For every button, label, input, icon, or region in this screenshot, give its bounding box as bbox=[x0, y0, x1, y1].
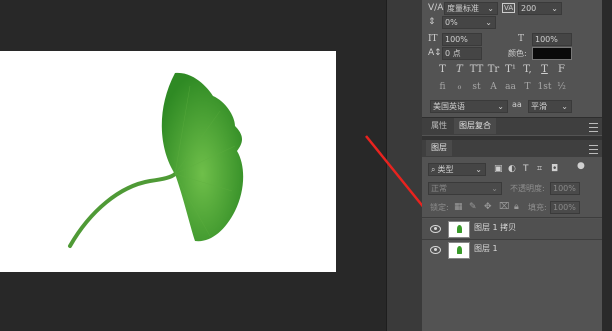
contextual-alt-button[interactable]: ℴ bbox=[451, 82, 468, 92]
tracking-select[interactable]: 200 ⌄ bbox=[518, 2, 562, 15]
vertical-scale-icon: IT bbox=[428, 34, 438, 44]
layer-row[interactable]: 图层 1 拷贝 bbox=[422, 219, 602, 239]
vertical-shift-value: 0% bbox=[445, 18, 458, 27]
antialias-icon: aa bbox=[512, 100, 522, 109]
swash-button[interactable]: A bbox=[485, 82, 502, 92]
tab-properties[interactable]: 属性 bbox=[426, 118, 452, 134]
color-label: 颜色: bbox=[508, 49, 527, 58]
antialias-select[interactable]: 平滑 ⌄ bbox=[528, 100, 572, 113]
layers-separator bbox=[422, 217, 602, 218]
all-caps-button[interactable]: TT bbox=[468, 64, 485, 75]
fill-field[interactable]: 100% bbox=[550, 201, 580, 214]
lock-all-icon[interactable]: 🔒︎ bbox=[514, 202, 519, 212]
layers-menu-icon[interactable] bbox=[589, 145, 598, 154]
ordinals-button[interactable]: 1st bbox=[536, 82, 553, 92]
type-filter-icon[interactable]: T bbox=[523, 164, 529, 174]
horizontal-scale-field[interactable]: 100% bbox=[532, 33, 572, 46]
smart-object-filter-icon[interactable]: ◘ bbox=[551, 164, 558, 174]
visibility-eye-icon[interactable] bbox=[430, 246, 441, 254]
faux-italic-button[interactable]: T bbox=[451, 64, 468, 75]
vertical-shift-select[interactable]: 0% ⌄ bbox=[442, 16, 496, 29]
language-value: 美国英语 bbox=[433, 102, 465, 111]
layer-thumbnail bbox=[448, 242, 470, 259]
ginkgo-leaf-image bbox=[68, 72, 244, 248]
pixel-filter-icon[interactable]: ▣ bbox=[494, 164, 503, 174]
text-color-swatch[interactable] bbox=[532, 47, 572, 60]
horizontal-scale-icon: T bbox=[518, 34, 525, 44]
titling-alt-button[interactable]: T bbox=[519, 82, 536, 92]
lock-pixels-icon[interactable]: ✎ bbox=[469, 202, 477, 212]
stylistic-alt-button[interactable]: aa bbox=[502, 82, 519, 92]
tracking-icon: VA bbox=[502, 3, 516, 13]
opacity-field[interactable]: 100% bbox=[550, 182, 580, 195]
tab-layers[interactable]: 图层 bbox=[426, 140, 452, 156]
lock-label: 锁定: bbox=[430, 203, 449, 212]
kerning-select[interactable]: 度量标准 ⌄ bbox=[444, 2, 498, 15]
blend-mode-select[interactable]: 正常 ⌄ bbox=[428, 182, 502, 195]
lock-position-icon[interactable]: ✥ bbox=[484, 202, 492, 212]
antialias-value: 平滑 bbox=[531, 102, 547, 111]
subscript-button[interactable]: T, bbox=[519, 64, 536, 75]
lock-transparent-icon[interactable]: ▦ bbox=[454, 202, 463, 212]
visibility-eye-icon[interactable] bbox=[430, 225, 441, 233]
baseline-shift-icon: A↕ bbox=[428, 48, 442, 58]
tracking-value: 200 bbox=[521, 4, 537, 13]
character-layers-panel: V/A 度量标准 ⌄ VA 200 ⌄ ⇕ 0% ⌄ IT 100% T 100% A… bbox=[422, 0, 602, 331]
small-caps-button[interactable]: Tr bbox=[485, 64, 502, 75]
strikethrough-button[interactable]: F bbox=[553, 64, 570, 75]
layer-row[interactable]: 图层 1 bbox=[422, 240, 602, 260]
fractions-button[interactable]: ½ bbox=[553, 82, 570, 92]
baseline-shift-field[interactable]: 0 点 bbox=[442, 47, 482, 60]
vertical-scale-field[interactable]: 100% bbox=[442, 33, 482, 46]
adjustment-filter-icon[interactable]: ◐ bbox=[508, 164, 516, 174]
language-select[interactable]: 美国英语 ⌄ bbox=[430, 100, 508, 113]
layer-name[interactable]: 图层 1 bbox=[474, 243, 498, 254]
layer-thumbnail bbox=[448, 221, 470, 238]
filter-kind-value: 类型 bbox=[437, 165, 454, 174]
underline-button[interactable]: T bbox=[536, 64, 553, 75]
search-icon: ⌕ bbox=[431, 165, 436, 174]
right-edge-strip bbox=[602, 0, 612, 331]
document-canvas[interactable] bbox=[0, 51, 336, 272]
ligature-button[interactable]: fi bbox=[434, 82, 451, 92]
discretionary-ligature-button[interactable]: st bbox=[468, 82, 485, 92]
kerning-icon: V/A bbox=[428, 3, 444, 13]
shape-filter-icon[interactable]: ⌗ bbox=[537, 164, 542, 174]
layer-name[interactable]: 图层 1 拷贝 bbox=[474, 222, 516, 233]
opentype-buttons: fi ℴ st Aaa T 1st ½ bbox=[434, 82, 570, 92]
kerning-value: 度量标准 bbox=[447, 4, 479, 13]
lock-artboard-icon[interactable]: ⌧ bbox=[499, 202, 509, 212]
layer-filter-select[interactable]: ⌕ 类型 ⌄ bbox=[428, 163, 486, 176]
blend-mode-value: 正常 bbox=[431, 184, 447, 193]
faux-bold-button[interactable]: T bbox=[434, 64, 451, 75]
superscript-button[interactable]: T¹ bbox=[502, 64, 519, 75]
vertical-shift-icon: ⇕ bbox=[428, 17, 436, 27]
opacity-label: 不透明度: bbox=[510, 184, 545, 193]
tab-layer-comps[interactable]: 图层复合 bbox=[454, 118, 496, 134]
document-workspace bbox=[0, 0, 386, 331]
text-style-buttons: T T TT Tr T¹ T, T F bbox=[434, 64, 570, 75]
filter-toggle-icon[interactable]: ● bbox=[577, 161, 585, 171]
panel-menu-icon[interactable] bbox=[589, 123, 598, 132]
fill-label: 填充: bbox=[528, 203, 547, 212]
